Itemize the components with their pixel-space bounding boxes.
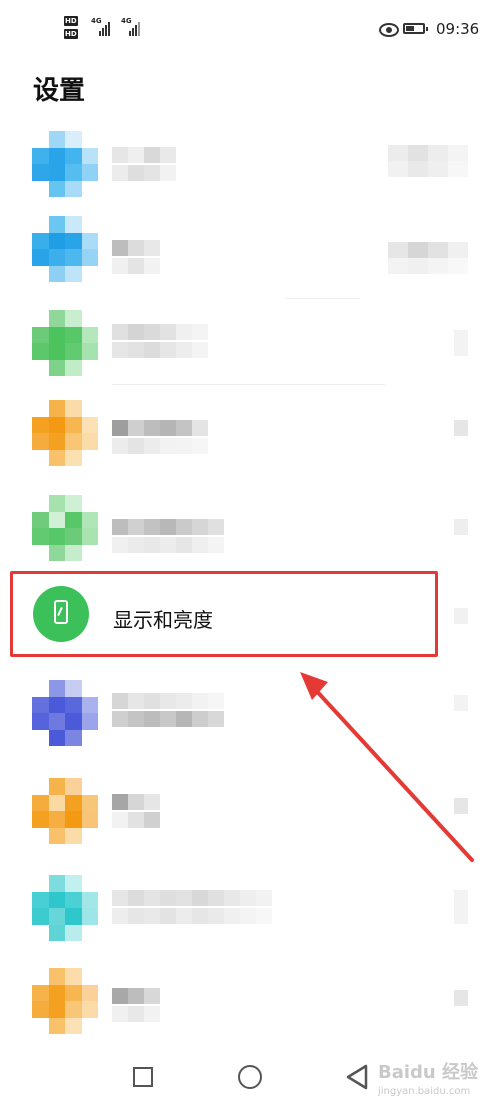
settings-item-10[interactable] (0, 960, 500, 1050)
blurred-value (388, 145, 468, 177)
chevron-right-icon (454, 890, 468, 924)
chevron-right-icon (454, 420, 468, 436)
signal-icon (99, 18, 110, 36)
blurred-label (112, 693, 224, 727)
signal-icon-2 (129, 18, 140, 36)
blurred-app-icon (32, 778, 98, 844)
chevron-right-icon (454, 695, 468, 711)
blurred-app-icon (32, 875, 98, 941)
settings-item-8[interactable] (0, 770, 500, 860)
blurred-label (112, 420, 208, 454)
hd-indicator: HD HD (64, 16, 78, 39)
blurred-app-icon (32, 680, 98, 746)
blurred-label (112, 794, 160, 828)
blurred-value (388, 242, 468, 274)
settings-item-2[interactable] (0, 210, 500, 300)
blurred-app-icon (32, 400, 98, 466)
display-brightness-icon (33, 586, 89, 642)
blurred-label (112, 519, 224, 553)
chevron-right-icon (454, 798, 468, 814)
settings-item-display-brightness[interactable]: 显示和亮度 (10, 571, 438, 657)
status-bar: HD HD 4G 4G 09:36 (0, 0, 500, 60)
blurred-app-icon (32, 310, 98, 376)
battery-icon (403, 23, 428, 34)
blurred-label (112, 890, 272, 924)
blurred-app-icon (32, 968, 98, 1034)
blurred-label (112, 147, 176, 181)
blurred-app-icon (32, 495, 98, 561)
display-brightness-label: 显示和亮度 (113, 608, 213, 632)
eye-icon (379, 23, 399, 37)
blurred-app-icon (32, 131, 98, 197)
divider (112, 384, 385, 385)
page-title: 设置 (33, 76, 86, 106)
chevron-right-icon (454, 330, 468, 356)
blurred-app-icon (32, 216, 98, 282)
settings-item-5[interactable] (0, 485, 500, 575)
back-icon[interactable] (345, 1064, 369, 1090)
settings-item-3[interactable] (0, 300, 500, 390)
clock: 09:36 (436, 20, 480, 38)
settings-item-1[interactable] (0, 125, 500, 215)
phone-brightness-icon (54, 600, 68, 624)
chevron-right-icon (454, 990, 468, 1006)
chevron-right-icon (454, 519, 468, 535)
settings-item-4[interactable] (0, 390, 500, 480)
recent-apps-icon[interactable] (133, 1067, 153, 1087)
blurred-label (112, 324, 208, 358)
divider (285, 298, 360, 299)
chevron-right-icon (454, 608, 468, 624)
settings-item-9[interactable] (0, 870, 500, 960)
blurred-label (112, 988, 160, 1022)
blurred-label (112, 240, 160, 274)
watermark: Baidu 经验 jingyan.baidu.com (378, 1062, 479, 1097)
home-icon[interactable] (238, 1065, 262, 1089)
settings-item-7[interactable] (0, 675, 500, 765)
